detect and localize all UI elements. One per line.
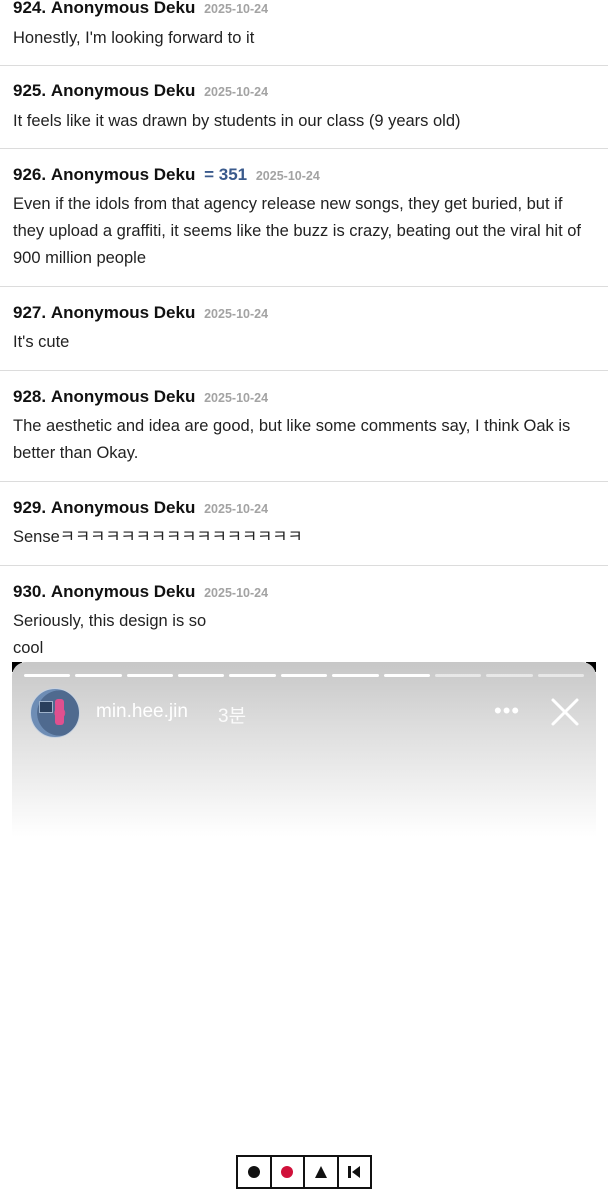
- comment-date: 2025-10-24: [204, 307, 269, 321]
- close-icon[interactable]: [550, 697, 580, 727]
- comment-number: 926.: [13, 165, 47, 184]
- media-controls: [236, 1155, 372, 1189]
- comment-date: 2025-10-24: [204, 2, 269, 16]
- story-username[interactable]: min.hee.jin: [96, 701, 188, 723]
- more-dots-icon[interactable]: •••: [494, 698, 520, 724]
- story-progress-segment: [537, 674, 584, 677]
- comment-date: 2025-10-24: [204, 85, 269, 99]
- story-header[interactable]: min.hee.jin 3분 •••: [12, 662, 596, 837]
- comment-text: Even if the idols from that agency relea…: [13, 195, 582, 267]
- comment-date: 2025-10-24: [204, 391, 269, 405]
- avatar[interactable]: [30, 688, 80, 738]
- comment-text-line: Seriously, this design is so: [13, 612, 207, 630]
- avatar-figure: [55, 699, 64, 725]
- comment-item: 926. Anonymous Deku = 351 2025-10-24 Eve…: [0, 149, 608, 287]
- comment-author[interactable]: Anonymous Deku: [51, 165, 196, 184]
- comment-text: Senseㅋㅋㅋㅋㅋㅋㅋㅋㅋㅋㅋㅋㅋㅋㅋㅋ: [13, 528, 303, 546]
- story-progress-segment: [434, 674, 482, 677]
- comment-text: It feels like it was drawn by students i…: [13, 112, 461, 130]
- skip-back-button[interactable]: [339, 1157, 371, 1187]
- comment-number: 925.: [13, 81, 47, 100]
- comment-number: 929.: [13, 498, 47, 517]
- black-dot-icon: [247, 1166, 260, 1178]
- triangle-icon: [314, 1166, 327, 1178]
- avatar-detail: [39, 701, 53, 713]
- vote-score: = 351: [204, 165, 248, 184]
- comment-number: 930.: [13, 582, 47, 601]
- comment-number: 928.: [13, 387, 47, 406]
- story-progress-bar: [24, 674, 584, 677]
- comment-author[interactable]: Anonymous Deku: [51, 387, 196, 406]
- comment-author[interactable]: Anonymous Deku: [51, 498, 196, 517]
- comment-text-line: cool: [13, 639, 44, 657]
- comment-item: 924. Anonymous Deku 2025-10-24 Honestly,…: [0, 0, 608, 66]
- story-progress-segment: [126, 674, 174, 677]
- story-progress-segment: [486, 674, 533, 677]
- comment-author[interactable]: Anonymous Deku: [51, 0, 196, 17]
- comment-item: 930. Anonymous Deku 2025-10-24 Seriously…: [0, 566, 608, 662]
- comment-author[interactable]: Anonymous Deku: [51, 81, 196, 100]
- story-time-ago: 3분: [218, 706, 247, 727]
- story-progress-segment: [280, 674, 328, 677]
- comment-item: 929. Anonymous Deku 2025-10-24 Senseㅋㅋㅋㅋ…: [0, 482, 608, 566]
- story-progress-segment: [24, 674, 71, 677]
- red-dot-icon: [281, 1166, 294, 1178]
- comment-text: The aesthetic and idea are good, but lik…: [13, 417, 571, 462]
- comment-date: 2025-10-24: [255, 169, 320, 183]
- comment-date: 2025-10-24: [204, 586, 269, 600]
- story-progress-segment: [229, 674, 276, 677]
- skip-back-icon: [348, 1166, 361, 1178]
- comment-number: 924.: [13, 0, 47, 17]
- story-progress-segment: [332, 674, 379, 677]
- story-progress-segment: [178, 674, 225, 677]
- comment-item: 925. Anonymous Deku 2025-10-24 It feels …: [0, 66, 608, 149]
- comment-item: 928. Anonymous Deku 2025-10-24 The aesth…: [0, 371, 608, 482]
- triangle-button[interactable]: [305, 1157, 339, 1187]
- red-dot-button[interactable]: [272, 1157, 305, 1187]
- comment-text: It's cute: [13, 333, 70, 351]
- comment-item: 927. Anonymous Deku 2025-10-24 It's cute: [0, 287, 608, 371]
- comment-date: 2025-10-24: [204, 502, 269, 516]
- comment-text: Honestly, I'm looking forward to it: [13, 29, 255, 47]
- comment-author[interactable]: Anonymous Deku: [51, 582, 196, 601]
- story-progress-segment: [383, 674, 430, 677]
- comment-number: 927.: [13, 303, 47, 322]
- comment-text: Seriously, this design is so cool: [13, 608, 595, 662]
- black-dot-button[interactable]: [238, 1157, 272, 1187]
- story-progress-segment: [75, 674, 122, 677]
- comment-author[interactable]: Anonymous Deku: [51, 303, 196, 322]
